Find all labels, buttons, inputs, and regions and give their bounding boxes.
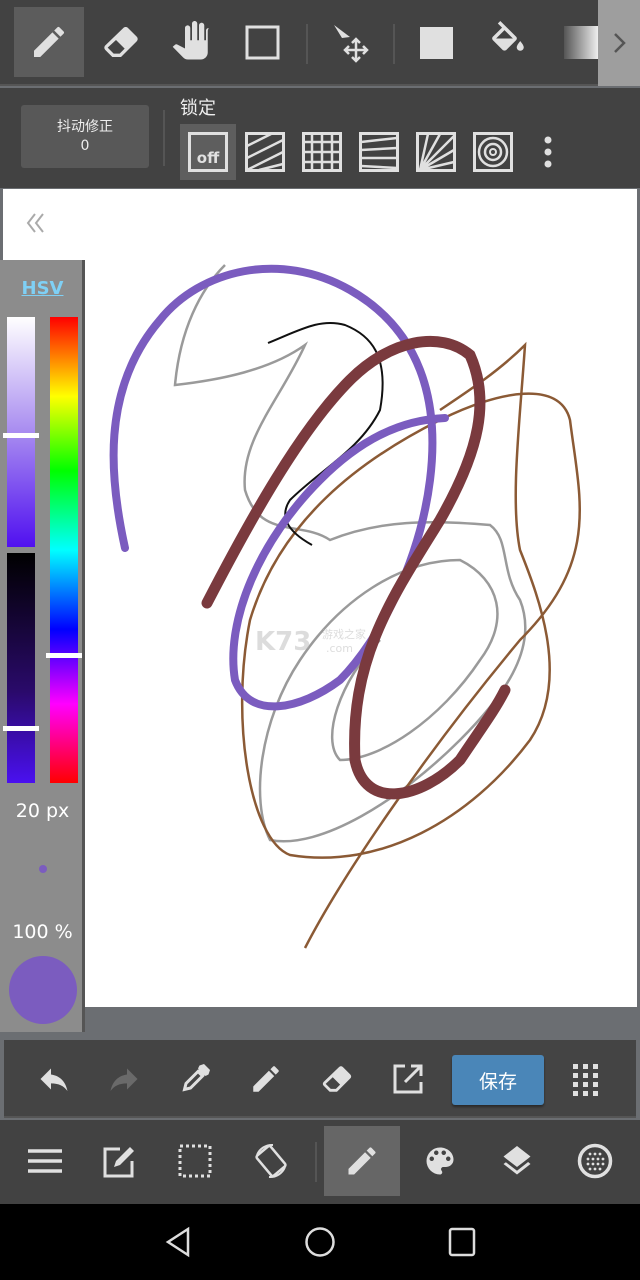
stabilizer-label: 抖动修正	[57, 119, 113, 135]
grid-icon	[302, 132, 342, 172]
svg-text:.com: .com	[326, 642, 353, 655]
stabilizer-button[interactable]: 抖动修正 0	[21, 105, 149, 168]
bottom-toolbar	[0, 1120, 640, 1204]
snap-radial-button[interactable]	[408, 124, 464, 180]
fill-square-icon	[420, 27, 453, 59]
back-button[interactable]	[158, 1222, 198, 1262]
hamburger-icon	[28, 1149, 62, 1173]
radial-lines-icon	[416, 132, 456, 172]
rotate-icon	[255, 1143, 287, 1179]
snap-concentric-button[interactable]	[465, 124, 521, 180]
snap-grid-button[interactable]	[294, 124, 350, 180]
material-button[interactable]	[557, 1126, 633, 1196]
saturation-slider[interactable]	[7, 317, 35, 547]
eyedropper-icon	[182, 1064, 210, 1092]
current-color-swatch[interactable]	[9, 956, 77, 1024]
hue-slider[interactable]	[50, 317, 78, 783]
color-mode-link[interactable]: HSV	[0, 278, 85, 299]
open-external-icon	[393, 1064, 423, 1094]
eraser-icon	[322, 1066, 352, 1092]
chevron-right-icon	[614, 33, 626, 53]
more-vertical-icon	[544, 136, 552, 168]
grid-dots-icon	[573, 1064, 598, 1096]
gradient-icon	[564, 25, 598, 59]
pencil-icon	[348, 1147, 376, 1175]
eraser-icon	[104, 27, 138, 57]
value-handle[interactable]	[3, 726, 39, 731]
rectangle-select-icon	[245, 25, 280, 60]
fill-color-button[interactable]	[402, 7, 472, 77]
share-button[interactable]	[385, 1056, 431, 1102]
bucket-icon	[492, 21, 524, 51]
hand-tool-button[interactable]	[157, 7, 227, 77]
edit-button[interactable]	[81, 1126, 157, 1196]
snap-perspective-button[interactable]	[351, 124, 407, 180]
save-button[interactable]: 保存	[452, 1055, 544, 1105]
snap-parallel-button[interactable]	[237, 124, 293, 180]
hue-handle[interactable]	[46, 653, 82, 658]
snap-off-button[interactable]: off	[180, 124, 236, 180]
stabilizer-value: 0	[80, 138, 90, 154]
brush-size-preview	[39, 865, 47, 873]
perspective-icon	[359, 132, 399, 172]
hand-icon	[172, 21, 209, 60]
home-button[interactable]	[300, 1222, 340, 1262]
color-panel: HSV 20 px 100 %	[0, 260, 85, 1032]
move-tool-button[interactable]	[316, 7, 386, 77]
collapse-panel-icon[interactable]	[25, 211, 47, 237]
canvas-strokes: K73 游戏之家.com	[109, 264, 582, 949]
rotate-canvas-button[interactable]	[233, 1126, 309, 1196]
selection-button[interactable]	[157, 1126, 233, 1196]
undo-button[interactable]	[31, 1056, 77, 1102]
undo-icon	[40, 1068, 68, 1091]
action-bar: 保存	[4, 1040, 636, 1118]
menu-grid-button[interactable]	[563, 1056, 609, 1102]
eraser-tool-button[interactable]	[86, 7, 156, 77]
bucket-tool-button[interactable]	[473, 7, 543, 77]
top-toolbar	[0, 0, 640, 86]
main-menu-button[interactable]	[7, 1126, 83, 1196]
home-circle-icon	[305, 1227, 335, 1257]
layers-icon	[503, 1146, 531, 1175]
pencil-icon	[253, 1066, 279, 1092]
back-triangle-icon	[165, 1226, 190, 1258]
recents-square-icon	[448, 1227, 476, 1257]
palette-icon	[426, 1147, 454, 1175]
color-palette-button[interactable]	[402, 1126, 478, 1196]
drawing-canvas[interactable]: K73 游戏之家 .com	[3, 189, 637, 1007]
more-tools-button[interactable]	[598, 0, 640, 86]
value-slider[interactable]	[7, 553, 35, 783]
recents-button[interactable]	[442, 1222, 482, 1262]
parallel-lines-icon	[245, 132, 285, 172]
system-nav-bar	[0, 1204, 640, 1280]
pencil-tool-button[interactable]	[14, 7, 84, 77]
lock-label: 锁定	[180, 98, 216, 119]
snap-off-icon: off	[188, 132, 228, 172]
saturation-handle[interactable]	[3, 433, 39, 438]
edit-icon	[103, 1147, 134, 1178]
pencil-icon	[34, 26, 64, 57]
move-icon	[334, 25, 369, 63]
watermark-logo: K73 游戏之家.com	[255, 627, 366, 657]
svg-text:K73: K73	[255, 627, 311, 657]
brush-panel-button[interactable]	[324, 1126, 400, 1196]
brush-size-label[interactable]: 20 px	[0, 800, 85, 822]
redo-icon	[110, 1068, 138, 1091]
layers-button[interactable]	[479, 1126, 555, 1196]
material-dots-icon	[577, 1143, 613, 1179]
eraser-button[interactable]	[314, 1056, 360, 1102]
rectangle-select-button[interactable]	[228, 7, 298, 77]
gradient-tool-button[interactable]	[548, 7, 598, 77]
eyedropper-button[interactable]	[172, 1056, 218, 1102]
pen-button[interactable]	[243, 1056, 289, 1102]
svg-text:游戏之家: 游戏之家	[322, 627, 366, 641]
redo-button[interactable]	[101, 1056, 147, 1102]
dotted-selection-icon	[178, 1144, 212, 1178]
opacity-label[interactable]: 100 %	[0, 921, 85, 943]
snap-bar: 抖动修正 0 锁定 off	[0, 88, 640, 188]
concentric-icon	[473, 132, 513, 172]
snap-more-button[interactable]	[530, 124, 566, 180]
